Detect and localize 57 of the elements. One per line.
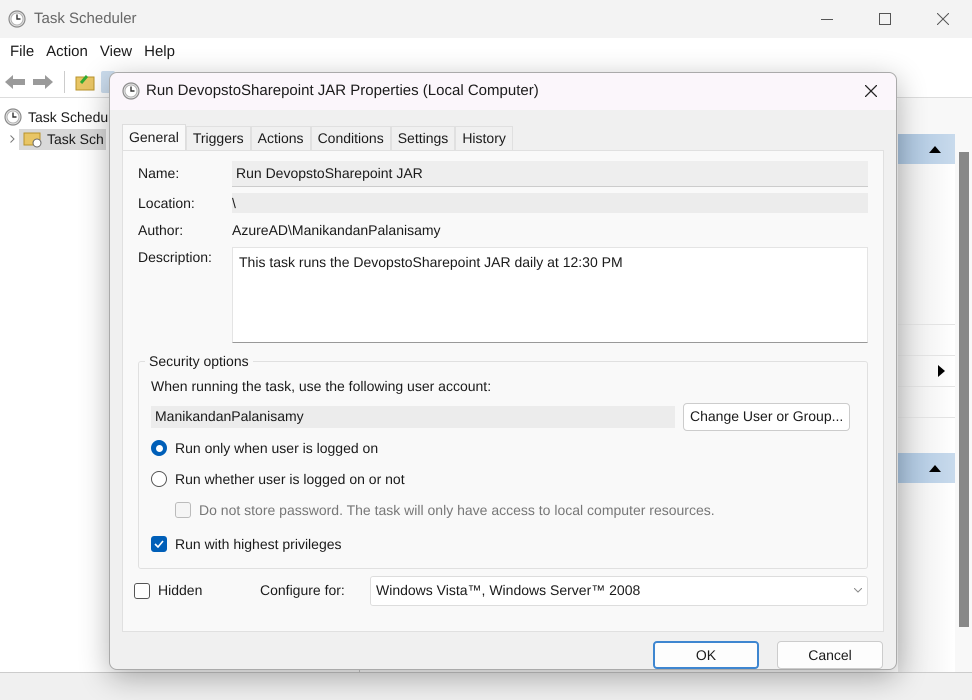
tree-item[interactable]: Task Sch	[19, 128, 106, 150]
action-header[interactable]	[898, 134, 955, 164]
configure-dropdown[interactable]: Windows Vista™, Windows Server™ 2008	[370, 576, 868, 606]
radio-label: Run only when user is logged on	[175, 438, 378, 458]
tab[interactable]: General	[122, 124, 186, 151]
close-icon	[937, 13, 949, 25]
clock-icon	[122, 82, 140, 100]
scrollbar-thumb[interactable]	[958, 152, 968, 627]
menu-item[interactable]: Help	[138, 40, 181, 64]
close-icon	[865, 85, 877, 98]
menu-item[interactable]: Action	[40, 40, 94, 64]
checkbox-label: Run with highest privileges	[175, 534, 342, 554]
dialog-button[interactable]: OK	[653, 641, 759, 669]
folder-icon[interactable]	[75, 72, 95, 90]
tab[interactable]: Conditions	[310, 126, 391, 150]
clock-icon	[8, 10, 26, 28]
expand-icon[interactable]	[10, 135, 15, 143]
field-label: Location:	[138, 194, 196, 213]
name-field[interactable]: Run DevopstoSharepoint JAR	[232, 160, 868, 187]
maximize-icon	[879, 13, 891, 25]
forward-icon[interactable]	[32, 74, 54, 90]
change-user-button[interactable]: Change User or Group...	[683, 402, 850, 431]
dropdown-caret-icon	[854, 588, 862, 594]
collapse-icon[interactable]	[929, 464, 941, 472]
field-label: Configure for:	[260, 581, 346, 600]
folder-clock-icon	[23, 130, 43, 148]
dialog-title: Run DevopstoSharepoint JAR Properties (Local Computer)	[146, 81, 539, 102]
window-title: Task Scheduler	[34, 8, 137, 29]
checkmark-icon	[154, 540, 164, 548]
submenu-arrow-icon[interactable]	[938, 365, 945, 377]
author-value: AzureAD\ManikandanPalanisamy	[232, 220, 441, 240]
field-label: Description:	[138, 248, 213, 267]
action-header[interactable]	[898, 453, 955, 483]
radio-label: Run whether user is logged on or not	[175, 470, 405, 489]
field-label: Author:	[138, 220, 184, 240]
menu-item[interactable]: View	[94, 40, 138, 64]
tab[interactable]: Actions	[250, 126, 311, 150]
radio-button[interactable]	[151, 440, 167, 456]
location-field: \	[232, 193, 868, 214]
description-field[interactable]: This task runs the DevopstoSharepoint JAR daily at 12:30 PM	[232, 246, 868, 343]
checkbox[interactable]	[134, 582, 150, 599]
back-icon[interactable]	[4, 74, 26, 90]
field-label: Name:	[138, 164, 180, 184]
user-account-field: ManikandanPalanisamy	[151, 406, 675, 428]
tab[interactable]: Triggers	[186, 126, 251, 150]
dialog-button[interactable]: Cancel	[777, 641, 883, 669]
tab[interactable]: History	[455, 126, 513, 150]
radio-button[interactable]	[151, 471, 167, 488]
checkbox-label: Hidden	[158, 581, 204, 600]
clock-icon	[4, 108, 22, 126]
checkbox-label: Do not store password. The task will only have access to local computer resources.	[199, 500, 715, 520]
collapse-icon[interactable]	[929, 146, 941, 152]
tab[interactable]: Settings	[390, 126, 456, 150]
checkbox[interactable]	[151, 536, 167, 552]
minimize-icon	[821, 18, 833, 20]
menu-item[interactable]: File	[4, 40, 40, 64]
account-label: When running the task, use the following user account:	[151, 376, 492, 396]
